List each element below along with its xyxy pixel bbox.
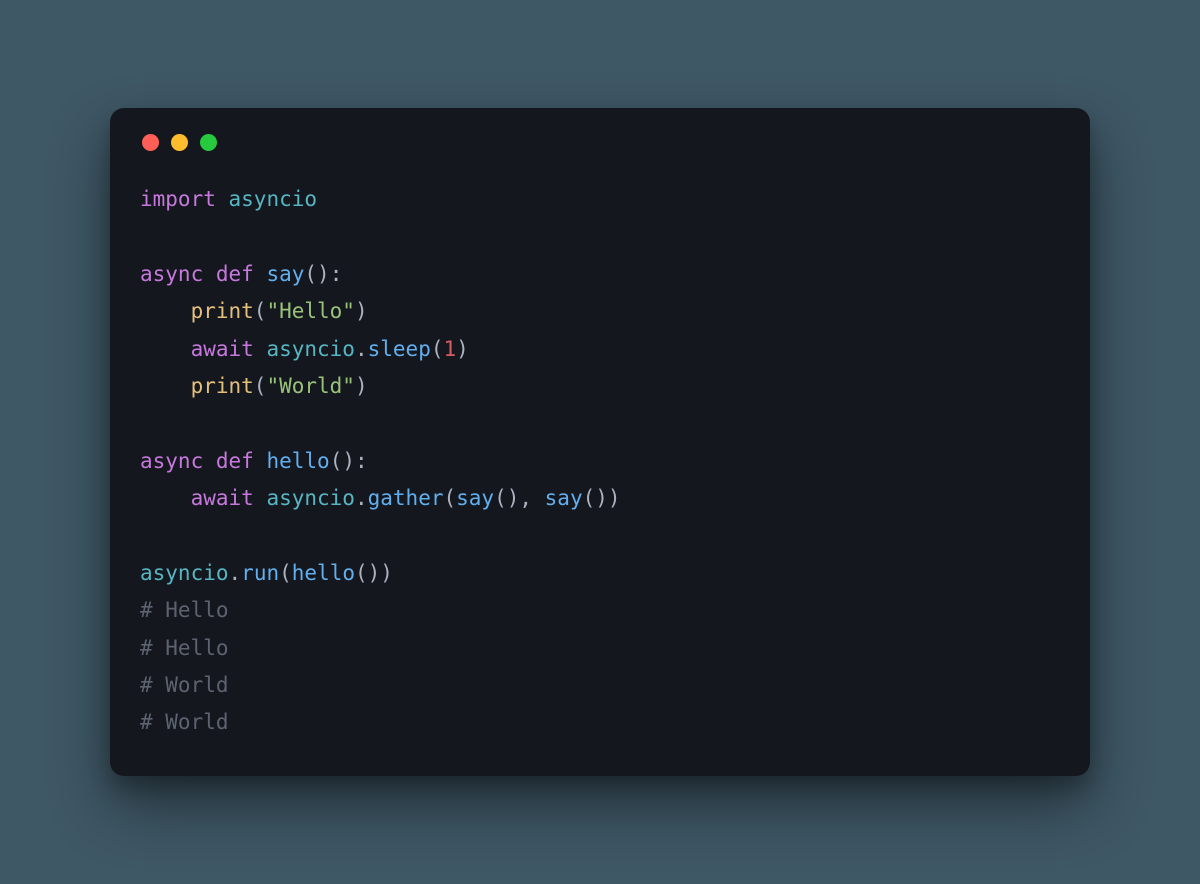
code-line: # Hello [140,598,229,622]
code-token: ) [355,299,368,323]
code-line: print("World") [140,374,368,398]
code-token: ()) [583,486,621,510]
code-token [254,449,267,473]
code-line: async def say(): [140,262,342,286]
code-token: 1 [444,337,457,361]
code-token: (): [330,449,368,473]
zoom-icon[interactable] [200,134,217,151]
code-token [254,486,267,510]
code-line: import asyncio [140,187,317,211]
code-line: # World [140,673,229,697]
code-token: . [355,337,368,361]
code-token [216,187,229,211]
code-token [203,449,216,473]
code-token: def [216,449,254,473]
code-token: def [216,262,254,286]
code-token: run [241,561,279,585]
code-token: # Hello [140,636,229,660]
close-icon[interactable] [142,134,159,151]
code-line: async def hello(): [140,449,368,473]
code-token: async [140,449,203,473]
code-token: asyncio [266,337,355,361]
code-token: ()) [355,561,393,585]
code-token: hello [266,449,329,473]
code-token [140,486,191,510]
code-token [140,299,191,323]
code-line: print("Hello") [140,299,368,323]
code-token: gather [368,486,444,510]
code-token: asyncio [266,486,355,510]
code-token [254,337,267,361]
code-token: # World [140,673,229,697]
code-token: "Hello" [266,299,355,323]
code-token [203,262,216,286]
code-token: ) [355,374,368,398]
code-token: ( [431,337,444,361]
code-line: # Hello [140,636,229,660]
code-window: import asyncio async def say(): print("H… [110,108,1090,776]
code-line: # World [140,710,229,734]
code-token: ( [254,374,267,398]
code-token: await [191,486,254,510]
code-token: ( [279,561,292,585]
code-token: ) [456,337,469,361]
code-token: async [140,262,203,286]
code-token: await [191,337,254,361]
code-editor[interactable]: import asyncio async def say(): print("H… [140,181,1060,742]
code-token: (), [494,486,545,510]
code-token: say [266,262,304,286]
code-line: await asyncio.sleep(1) [140,337,469,361]
code-token: (): [304,262,342,286]
code-token [254,262,267,286]
code-token: ( [254,299,267,323]
code-token: hello [292,561,355,585]
code-token: ( [443,486,456,510]
code-token: import [140,187,216,211]
code-token: asyncio [140,561,229,585]
code-token: . [229,561,242,585]
code-token: print [191,299,254,323]
code-token [140,374,191,398]
traffic-lights [142,134,1060,151]
code-token [140,337,191,361]
code-token: say [456,486,494,510]
code-token: . [355,486,368,510]
code-token: asyncio [229,187,318,211]
minimize-icon[interactable] [171,134,188,151]
code-token: # World [140,710,229,734]
code-token: "World" [266,374,355,398]
code-line: await asyncio.gather(say(), say()) [140,486,621,510]
code-token: say [545,486,583,510]
code-token: sleep [368,337,431,361]
code-token: print [191,374,254,398]
code-token: # Hello [140,598,229,622]
code-line: asyncio.run(hello()) [140,561,393,585]
